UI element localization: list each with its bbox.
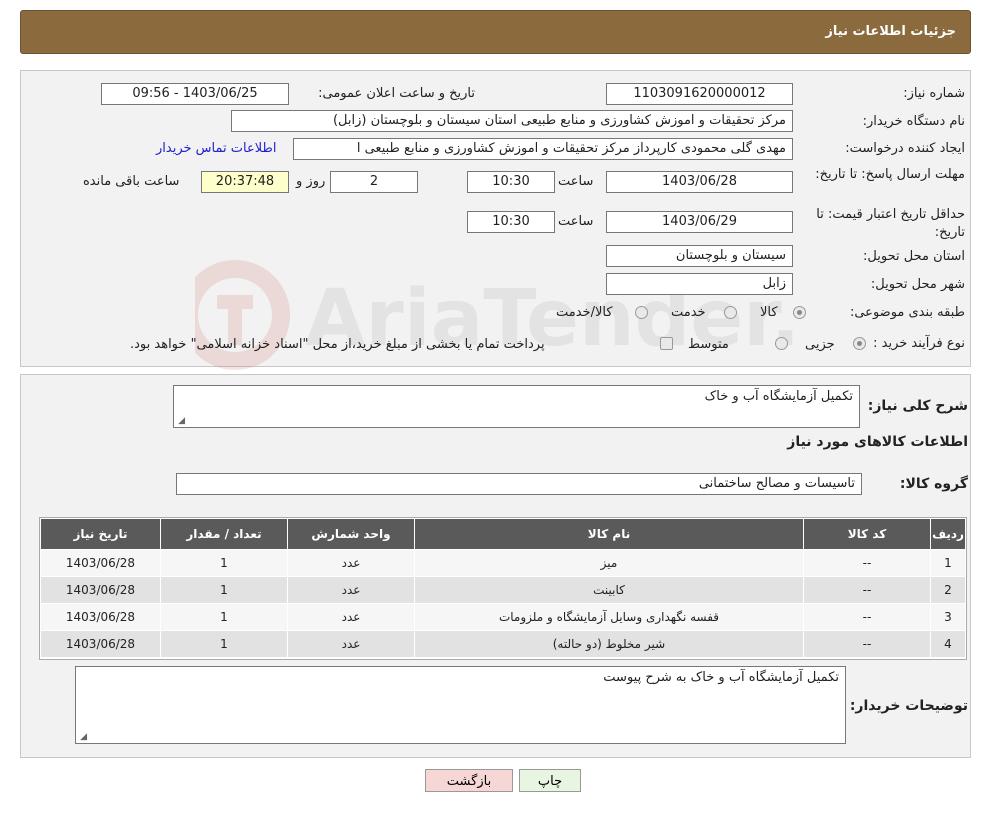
items-table: ردیف کد کالا نام کالا واحد شمارش تعداد /… [40, 518, 966, 658]
cell-qty: 1 [161, 550, 287, 576]
price-date-field: 1403/06/29 [606, 211, 793, 233]
cell-qty: 1 [161, 604, 287, 630]
cell-name: قفسه نگهداری وسایل آزمایشگاه و ملزومات [415, 604, 803, 630]
buyer-org-label: نام دستگاه خریدار: [862, 114, 965, 129]
category-radio-goods[interactable] [793, 306, 806, 319]
price-time-field: 10:30 [467, 211, 555, 233]
buyer-notes-label: توضیحات خریدار: [849, 698, 968, 714]
need-number-field: 1103091620000012 [606, 83, 793, 105]
resize-grip-icon[interactable]: ◢ [176, 417, 185, 426]
cell-qty: 1 [161, 577, 287, 603]
days-field: 2 [330, 171, 418, 193]
cell-code: -- [804, 577, 930, 603]
table-row: 4 -- شیر مخلوط (دو حالته) عدد 1 1403/06/… [41, 631, 965, 657]
cell-row: 1 [931, 550, 965, 576]
price-validity-label: حداقل تاریخ اعتبار قیمت: تا تاریخ: [816, 207, 965, 240]
process-option-minor: جزیی [805, 337, 835, 352]
city-label: شهر محل تحویل: [870, 277, 965, 292]
col-date-header: تاریخ نیاز [41, 519, 160, 549]
resize-grip-icon[interactable]: ◢ [78, 733, 87, 742]
cell-name: شیر مخلوط (دو حالته) [415, 631, 803, 657]
cell-code: -- [804, 631, 930, 657]
col-name-header: نام کالا [415, 519, 803, 549]
need-number-label: شماره نیاز: [903, 86, 965, 101]
table-row: 3 -- قفسه نگهداری وسایل آزمایشگاه و ملزو… [41, 604, 965, 630]
buyer-notes-text: تکمیل آزمایشگاه آب و خاک به شرح پیوست [603, 670, 839, 685]
col-code-header: کد کالا [804, 519, 930, 549]
announce-label: تاریخ و ساعت اعلان عمومی: [318, 86, 475, 101]
cell-unit: عدد [288, 631, 414, 657]
buyer-org-field: مرکز تحقیقات و اموزش کشاورزی و منابع طبی… [231, 110, 793, 132]
process-label: نوع فرآیند خرید : [873, 336, 965, 351]
announce-field: 1403/06/25 - 09:56 [101, 83, 289, 105]
remaining-time-field: 20:37:48 [201, 171, 289, 193]
category-option-service: خدمت [671, 305, 706, 320]
cell-unit: عدد [288, 604, 414, 630]
cell-date: 1403/06/28 [41, 577, 160, 603]
process-radio-medium[interactable] [775, 337, 788, 350]
cell-code: -- [804, 604, 930, 630]
remaining-label: ساعت باقی مانده [83, 174, 180, 189]
col-unit-header: واحد شمارش [288, 519, 414, 549]
cell-date: 1403/06/28 [41, 550, 160, 576]
summary-label: شرح کلی نیاز: [867, 398, 968, 414]
days-label: روز و [296, 174, 326, 189]
buyer-contact-link[interactable]: اطلاعات تماس خریدار [156, 141, 276, 156]
category-option-goods: کالا [760, 305, 778, 320]
category-radio-goods-service[interactable] [635, 306, 648, 319]
summary-text: تکمیل آزمایشگاه آب و خاک [704, 389, 853, 404]
table-row: 2 -- کابینت عدد 1 1403/06/28 [41, 577, 965, 603]
cell-row: 3 [931, 604, 965, 630]
category-radio-service[interactable] [724, 306, 737, 319]
category-option-goods-service: کالا/خدمت [556, 305, 613, 320]
items-table-wrapper: ردیف کد کالا نام کالا واحد شمارش تعداد /… [39, 517, 967, 660]
reply-time-field: 10:30 [467, 171, 555, 193]
payment-checkbox[interactable] [660, 337, 673, 350]
group-field: تاسیسات و مصالح ساختمانی [176, 473, 862, 495]
col-qty-header: تعداد / مقدار [161, 519, 287, 549]
summary-textarea[interactable]: تکمیل آزمایشگاه آب و خاک ◢ [173, 385, 860, 428]
cell-date: 1403/06/28 [41, 604, 160, 630]
reply-time-label: ساعت [558, 174, 594, 189]
city-field: زابل [606, 273, 793, 295]
province-label: استان محل تحویل: [863, 249, 965, 264]
creator-label: ایجاد کننده درخواست: [845, 141, 965, 156]
payment-note: پرداخت تمام یا بخشی از مبلغ خرید،از محل … [130, 337, 545, 352]
reply-deadline-label: مهلت ارسال پاسخ: تا تاریخ: [815, 167, 965, 182]
buyer-notes-textarea[interactable]: تکمیل آزمایشگاه آب و خاک به شرح پیوست ◢ [75, 666, 846, 744]
process-radio-minor[interactable] [853, 337, 866, 350]
group-label: گروه کالا: [899, 476, 968, 492]
table-header-row: ردیف کد کالا نام کالا واحد شمارش تعداد /… [41, 519, 965, 549]
back-button[interactable]: بازگشت [425, 769, 513, 792]
creator-field: مهدی گلی محمودی کارپرداز مرکز تحقیقات و … [293, 138, 793, 160]
col-row-header: ردیف [931, 519, 965, 549]
cell-unit: عدد [288, 550, 414, 576]
cell-date: 1403/06/28 [41, 631, 160, 657]
cell-code: -- [804, 550, 930, 576]
cell-qty: 1 [161, 631, 287, 657]
province-field: سیستان و بلوچستان [606, 245, 793, 267]
page-header: جزئيات اطلاعات نیاز [20, 10, 971, 54]
price-time-label: ساعت [558, 214, 594, 229]
process-option-medium: متوسط [688, 337, 729, 352]
category-label: طبقه بندی موضوعی: [849, 305, 965, 320]
print-button[interactable]: چاپ [519, 769, 581, 792]
cell-row: 4 [931, 631, 965, 657]
cell-name: میز [415, 550, 803, 576]
items-section-title: اطلاعات کالاهای مورد نیاز [787, 434, 968, 450]
cell-row: 2 [931, 577, 965, 603]
cell-name: کابینت [415, 577, 803, 603]
table-row: 1 -- میز عدد 1 1403/06/28 [41, 550, 965, 576]
reply-date-field: 1403/06/28 [606, 171, 793, 193]
page-title: جزئيات اطلاعات نیاز [825, 24, 956, 39]
cell-unit: عدد [288, 577, 414, 603]
